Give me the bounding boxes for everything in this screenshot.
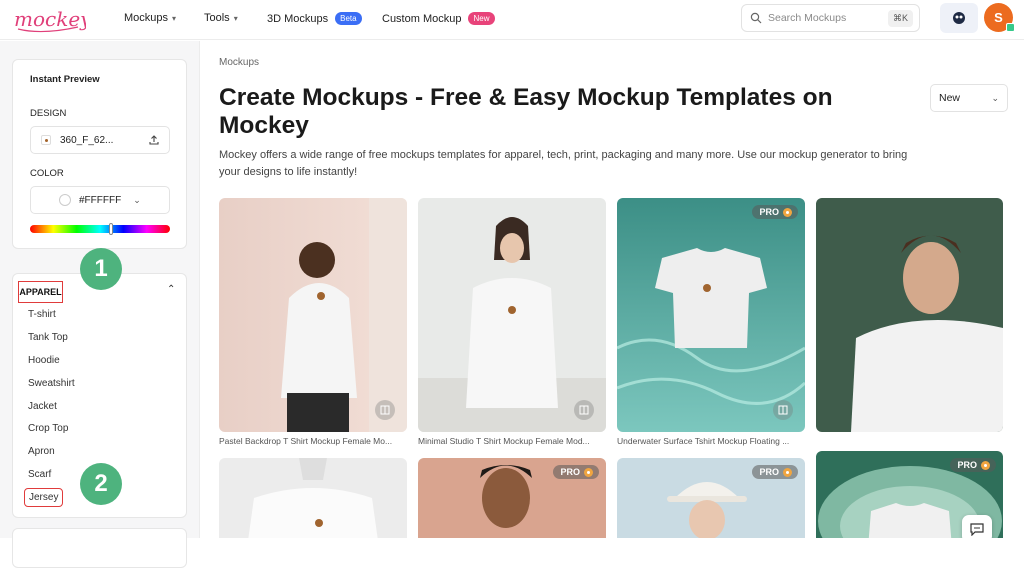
category-item-jacket[interactable]: Jacket: [28, 401, 57, 412]
compare-icon[interactable]: [773, 400, 793, 420]
chevron-down-icon: ⌄: [991, 92, 999, 103]
pro-label: PRO: [957, 460, 977, 470]
nav-mockups-label: Mockups: [124, 12, 169, 24]
category-item-jersey[interactable]: Jersey: [24, 488, 64, 507]
nav-tools-label: Tools: [204, 12, 230, 24]
design-label: DESIGN: [30, 108, 67, 119]
mockup-image: [617, 198, 805, 432]
step-marker-1: 1: [80, 248, 122, 290]
mockup-card-6[interactable]: PRO: [418, 458, 606, 538]
pro-badge: PRO: [950, 458, 996, 472]
chevron-down-icon: ⌄: [133, 194, 141, 205]
chat-button[interactable]: [962, 515, 992, 538]
upload-icon: [149, 135, 159, 145]
color-label: COLOR: [30, 168, 64, 179]
page-description: Mockey offers a wide range of free mocku…: [219, 149, 908, 178]
mockup-card-5[interactable]: [219, 458, 407, 538]
mockey-logo[interactable]: mockey: [12, 5, 86, 35]
category-item-tshirt[interactable]: T-shirt: [28, 309, 56, 320]
category-item-scarf[interactable]: Scarf: [28, 469, 51, 480]
page-title: Create Mockups - Free & Easy Mockup Temp…: [219, 84, 833, 139]
top-bar: mockey Mockups ▾ Tools ▾ 3D Mockups Beta C…: [0, 0, 1024, 40]
mascot-button[interactable]: [940, 3, 978, 33]
sidebar: Instant Preview DESIGN 360_F_62... COLOR…: [0, 41, 200, 568]
hue-slider-handle[interactable]: [109, 223, 113, 235]
mockup-image: [219, 458, 407, 538]
user-avatar[interactable]: S: [984, 3, 1015, 32]
category-panel-next: [12, 528, 187, 568]
status-indicator: [1006, 23, 1015, 32]
nav-3d-label: 3D Mockups: [267, 12, 329, 25]
mockup-card-3[interactable]: PRO: [617, 198, 805, 432]
main-content: Mockups Create Mockups - Free & Easy Moc…: [200, 41, 1024, 538]
mockup-card-2[interactable]: [418, 198, 606, 432]
search-icon: [750, 12, 762, 24]
mockup-card-4[interactable]: [816, 198, 1003, 432]
category-header-apparel[interactable]: APPAREL: [18, 281, 63, 303]
compare-icon[interactable]: [375, 400, 395, 420]
mockup-image: [219, 198, 407, 432]
crown-icon: [584, 467, 593, 477]
pro-label: PRO: [759, 207, 779, 217]
hue-slider[interactable]: [30, 223, 170, 235]
pro-label: PRO: [759, 467, 779, 477]
mascot-icon: [953, 12, 965, 24]
instant-preview-panel: Instant Preview DESIGN 360_F_62... COLOR…: [12, 59, 187, 249]
chevron-down-icon: ▾: [172, 13, 177, 23]
design-filename: 360_F_62...: [60, 134, 114, 146]
design-upload-field[interactable]: 360_F_62...: [30, 126, 170, 154]
nav-3d-mockups[interactable]: 3D Mockups Beta: [267, 12, 362, 25]
breadcrumb[interactable]: Mockups: [219, 57, 259, 68]
new-badge: New: [468, 12, 495, 25]
category-item-apron[interactable]: Apron: [28, 446, 55, 457]
pro-badge: PRO: [752, 465, 798, 479]
compare-icon[interactable]: [574, 400, 594, 420]
chat-icon: [970, 522, 984, 536]
sort-select[interactable]: New ⌄: [930, 84, 1008, 112]
nav-mockups[interactable]: Mockups ▾: [124, 12, 176, 24]
shortcut-hint: ⌘K: [887, 9, 913, 27]
color-value: #FFFFFF: [79, 194, 122, 206]
nav-custom-mockup[interactable]: Custom Mockup New: [382, 12, 495, 25]
color-swatch: [59, 194, 71, 206]
pro-badge: PRO: [553, 465, 599, 479]
pro-label: PRO: [560, 467, 580, 477]
nav-custom-label: Custom Mockup: [382, 12, 462, 25]
sort-value: New: [939, 92, 961, 104]
mockup-card-7[interactable]: PRO: [617, 458, 805, 538]
mockup-card-1[interactable]: [219, 198, 407, 432]
preview-title: Instant Preview: [30, 74, 100, 85]
category-item-sweatshirt[interactable]: Sweatshirt: [28, 378, 75, 389]
pro-badge: PRO: [752, 205, 798, 219]
color-select[interactable]: #FFFFFF ⌄: [30, 186, 170, 214]
avatar-initial: S: [994, 10, 1003, 25]
mockup-caption-2[interactable]: Minimal Studio T Shirt Mockup Female Mod…: [418, 436, 606, 446]
beta-badge: Beta: [335, 12, 362, 25]
nav-tools[interactable]: Tools ▾: [204, 12, 238, 24]
mockup-caption-1[interactable]: Pastel Backdrop T Shirt Mockup Female Mo…: [219, 436, 407, 446]
crown-icon: [981, 460, 990, 470]
step-marker-2: 2: [80, 463, 122, 505]
design-thumbnail: [41, 135, 51, 145]
mockup-caption-3[interactable]: Underwater Surface Tshirt Mockup Floatin…: [617, 436, 805, 446]
mockup-image: [418, 198, 606, 432]
mockup-image: [816, 198, 1003, 432]
category-item-crop-top[interactable]: Crop Top: [28, 423, 68, 434]
search-input[interactable]: [768, 12, 878, 24]
chevron-up-icon[interactable]: ⌃: [167, 284, 175, 295]
category-item-tank-top[interactable]: Tank Top: [28, 332, 68, 343]
crown-icon: [783, 207, 792, 217]
chevron-down-icon: ▾: [233, 13, 238, 23]
crown-icon: [783, 467, 792, 477]
search-box[interactable]: ⌘K: [741, 4, 920, 32]
category-item-hoodie[interactable]: Hoodie: [28, 355, 60, 366]
